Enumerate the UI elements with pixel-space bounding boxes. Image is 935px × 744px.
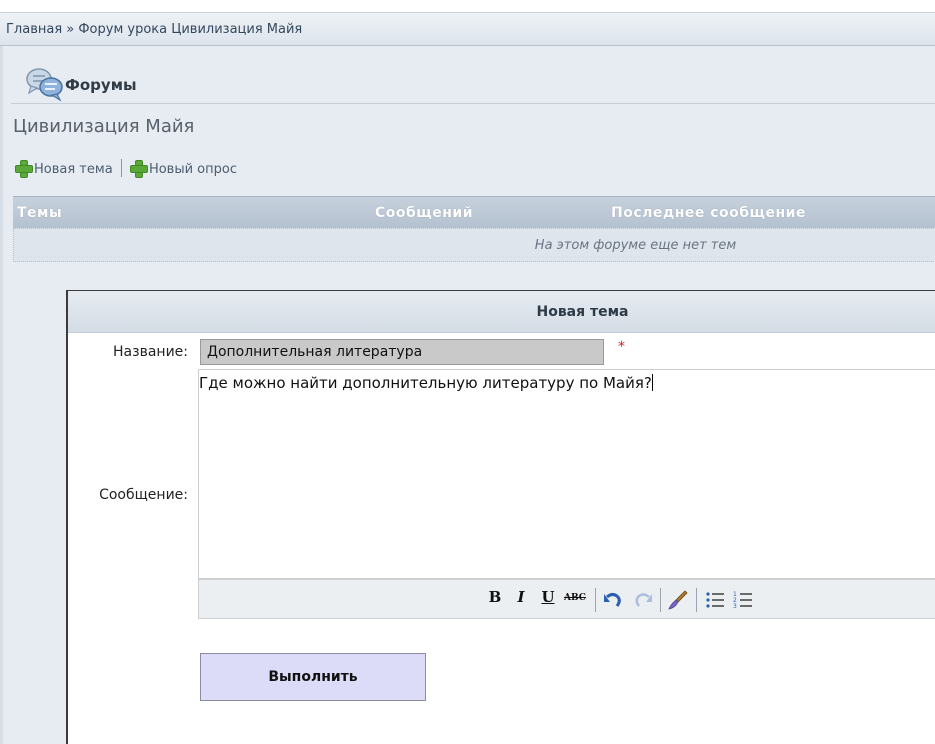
forum-title: Цивилизация Майя xyxy=(13,116,195,137)
bold-button[interactable]: B xyxy=(486,588,504,612)
editor-toolbar: B I U ABC 1 2 3 xyxy=(198,579,935,619)
required-mark: * xyxy=(618,339,625,355)
empty-topics-message: На этом форуме еще нет тем xyxy=(13,228,935,262)
svg-text:3: 3 xyxy=(733,603,737,610)
submit-button[interactable]: Выполнить xyxy=(200,653,426,701)
brush-icon[interactable] xyxy=(666,588,690,612)
forum-panel: Форумы Цивилизация Майя Новая тема Новый… xyxy=(0,46,935,290)
column-header-last-message[interactable]: Последнее сообщение xyxy=(611,205,806,221)
forums-header: Форумы xyxy=(11,56,935,104)
redo-icon[interactable] xyxy=(632,588,654,612)
new-poll-label: Новый опрос xyxy=(148,161,237,177)
toolbar-divider xyxy=(595,588,596,612)
new-topic-label: Новая тема xyxy=(34,161,113,177)
text-cursor xyxy=(651,374,653,391)
column-header-messages[interactable]: Сообщений xyxy=(375,205,473,221)
plus-icon xyxy=(129,159,148,178)
numbered-list-icon[interactable]: 1 2 3 xyxy=(732,588,754,612)
message-label: Сообщение: xyxy=(99,487,188,503)
name-label: Название: xyxy=(113,344,188,360)
forum-bubbles-icon xyxy=(26,68,63,102)
column-header-topics[interactable]: Темы xyxy=(17,205,62,221)
forums-title: Форумы xyxy=(65,76,137,94)
message-editor[interactable]: Где можно найти дополнительную литератур… xyxy=(198,369,935,579)
message-text[interactable]: Где можно найти дополнительную литератур… xyxy=(199,374,653,392)
dialog-title: Новая тема xyxy=(68,291,935,333)
topics-table-header: Темы Сообщений Последнее сообщение xyxy=(13,196,935,228)
divider xyxy=(120,159,122,177)
undo-icon[interactable] xyxy=(602,588,624,612)
italic-button[interactable]: I xyxy=(512,588,530,612)
forum-actions: Новая тема Новый опрос xyxy=(15,159,237,179)
new-topic-dialog: Новая тема Название: * Сообщение: Где мо… xyxy=(66,290,935,744)
dialog-backdrop-strip xyxy=(0,290,66,744)
topic-name-input[interactable] xyxy=(200,339,604,365)
underline-button[interactable]: U xyxy=(539,588,557,612)
new-topic-link[interactable]: Новая тема xyxy=(15,159,113,178)
strikethrough-button[interactable]: ABC xyxy=(561,593,589,617)
toolbar-divider xyxy=(696,588,697,612)
new-poll-link[interactable]: Новый опрос xyxy=(129,159,237,178)
toolbar-divider xyxy=(660,588,661,612)
bullet-list-icon[interactable] xyxy=(704,588,726,612)
breadcrumb[interactable]: Главная » Форум урока Цивилизация Майя xyxy=(0,12,935,46)
plus-icon xyxy=(15,159,33,178)
